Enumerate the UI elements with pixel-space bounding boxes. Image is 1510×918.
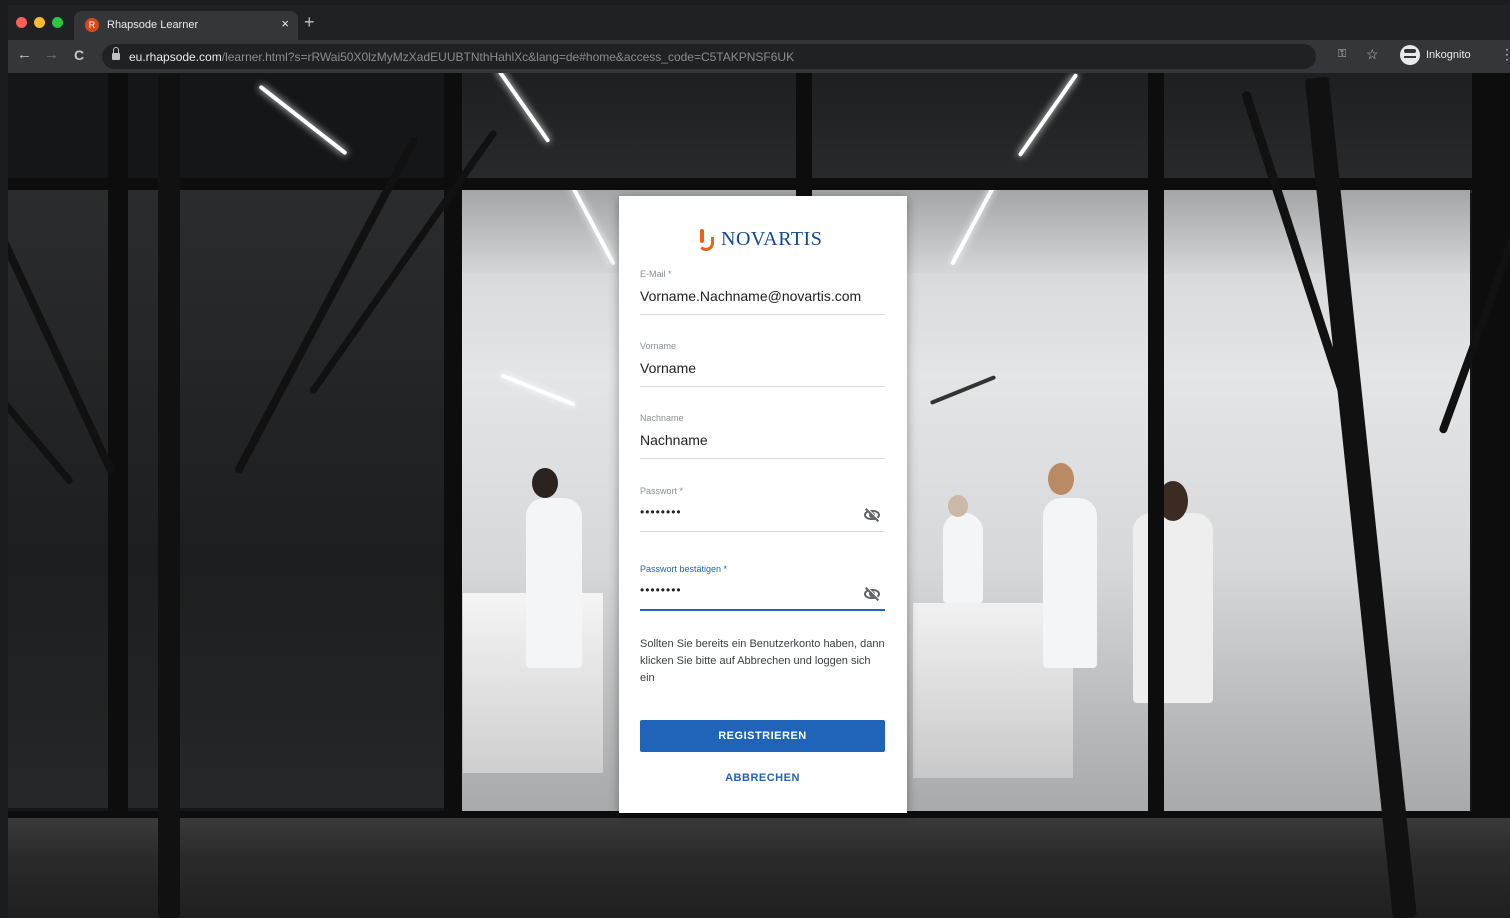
- eye-off-icon[interactable]: [863, 586, 881, 602]
- new-tab-icon[interactable]: +: [304, 12, 315, 33]
- password-confirm-field[interactable]: Passwort bestätigen * ••••••••: [640, 564, 885, 611]
- url-path: /learner.html?s=rRWai50X0lzMyMzXadEUUBTN…: [221, 50, 795, 64]
- email-label: E-Mail *: [640, 269, 672, 279]
- password-confirm-input[interactable]: ••••••••: [640, 583, 885, 601]
- registration-card: NOVARTIS E-Mail * Vorname.Nachname@novar…: [619, 196, 907, 813]
- url-text: eu.rhapsode.com/learner.html?s=rRWai50X0…: [129, 50, 794, 64]
- password-confirm-underline: [640, 609, 885, 611]
- reload-icon[interactable]: C: [74, 47, 84, 63]
- last-name-underline: [640, 458, 885, 459]
- window-frame: [1148, 73, 1164, 918]
- window-frame: [108, 73, 128, 918]
- first-name-underline: [640, 386, 885, 387]
- first-name-label: Vorname: [640, 341, 677, 351]
- key-icon[interactable]: ⚿: [1338, 48, 1346, 61]
- email-underline: [640, 314, 885, 315]
- lab-person: [943, 513, 983, 603]
- address-bar[interactable]: eu.rhapsode.com/learner.html?s=rRWai50X0…: [102, 44, 1316, 69]
- password-underline: [640, 531, 885, 532]
- password-confirm-label: Passwort bestätigen *: [640, 564, 728, 574]
- ceiling-lamp: [258, 84, 348, 156]
- incognito-icon[interactable]: [1400, 45, 1420, 65]
- tab-bar: R Rhapsode Learner × +: [8, 5, 1510, 40]
- zoom-window-button[interactable]: [52, 17, 63, 28]
- lock-icon[interactable]: [112, 47, 120, 61]
- lab-person: [526, 498, 582, 668]
- password-input[interactable]: ••••••••: [640, 505, 885, 523]
- existing-account-hint: Sollten Sie bereits ein Benutzerkonto ha…: [640, 638, 885, 684]
- novartis-flame-icon: [697, 228, 715, 251]
- novartis-logo: NOVARTIS: [697, 228, 822, 251]
- lab-person: [1043, 498, 1097, 668]
- url-host: eu.rhapsode.com: [129, 50, 222, 64]
- last-name-label: Nachname: [640, 413, 684, 423]
- last-name-field[interactable]: Nachname Nachname: [640, 413, 885, 459]
- tab-rhapsode-learner[interactable]: R Rhapsode Learner ×: [74, 11, 298, 40]
- tab-close-icon[interactable]: ×: [281, 16, 289, 31]
- bookmark-star-icon[interactable]: ☆: [1366, 46, 1379, 63]
- page-content: NOVARTIS E-Mail * Vorname.Nachname@novar…: [8, 73, 1510, 918]
- email-input[interactable]: Vorname.Nachname@novartis.com: [640, 288, 885, 306]
- cancel-button[interactable]: ABBRECHEN: [640, 768, 885, 788]
- window-frame: [8, 178, 1510, 190]
- first-name-input[interactable]: Vorname: [640, 360, 885, 378]
- email-field[interactable]: E-Mail * Vorname.Nachname@novartis.com: [640, 269, 885, 315]
- lab-person-head: [532, 468, 558, 498]
- browser-window: R Rhapsode Learner × + ← → C eu.rhapsode…: [8, 5, 1510, 918]
- rhapsode-favicon-icon: R: [85, 18, 99, 32]
- brand-name: NOVARTIS: [721, 228, 823, 250]
- lab-person-head: [1048, 463, 1074, 495]
- background-floor: [8, 818, 1510, 918]
- window-frame: [1472, 73, 1510, 918]
- lab-person-head: [948, 495, 968, 517]
- eye-off-icon[interactable]: [863, 507, 881, 523]
- password-label: Passwort *: [640, 486, 684, 496]
- profile-label[interactable]: Inkognito: [1426, 49, 1471, 61]
- first-name-field[interactable]: Vorname Vorname: [640, 341, 885, 387]
- tree-trunk: [158, 73, 180, 918]
- browser-toolbar: ← → C eu.rhapsode.com/learner.html?s=rRW…: [8, 40, 1510, 73]
- window-controls: [16, 17, 63, 28]
- tab-title: Rhapsode Learner: [107, 19, 199, 31]
- register-button[interactable]: REGISTRIEREN: [640, 720, 885, 752]
- minimize-window-button[interactable]: [34, 17, 45, 28]
- forward-arrow-icon[interactable]: →: [44, 46, 59, 63]
- last-name-input[interactable]: Nachname: [640, 432, 885, 450]
- close-window-button[interactable]: [16, 17, 27, 28]
- password-field[interactable]: Passwort * ••••••••: [640, 486, 885, 532]
- back-arrow-icon[interactable]: ←: [17, 46, 32, 63]
- lab-person: [1133, 513, 1213, 703]
- kebab-menu-icon[interactable]: ⋮: [1500, 46, 1510, 63]
